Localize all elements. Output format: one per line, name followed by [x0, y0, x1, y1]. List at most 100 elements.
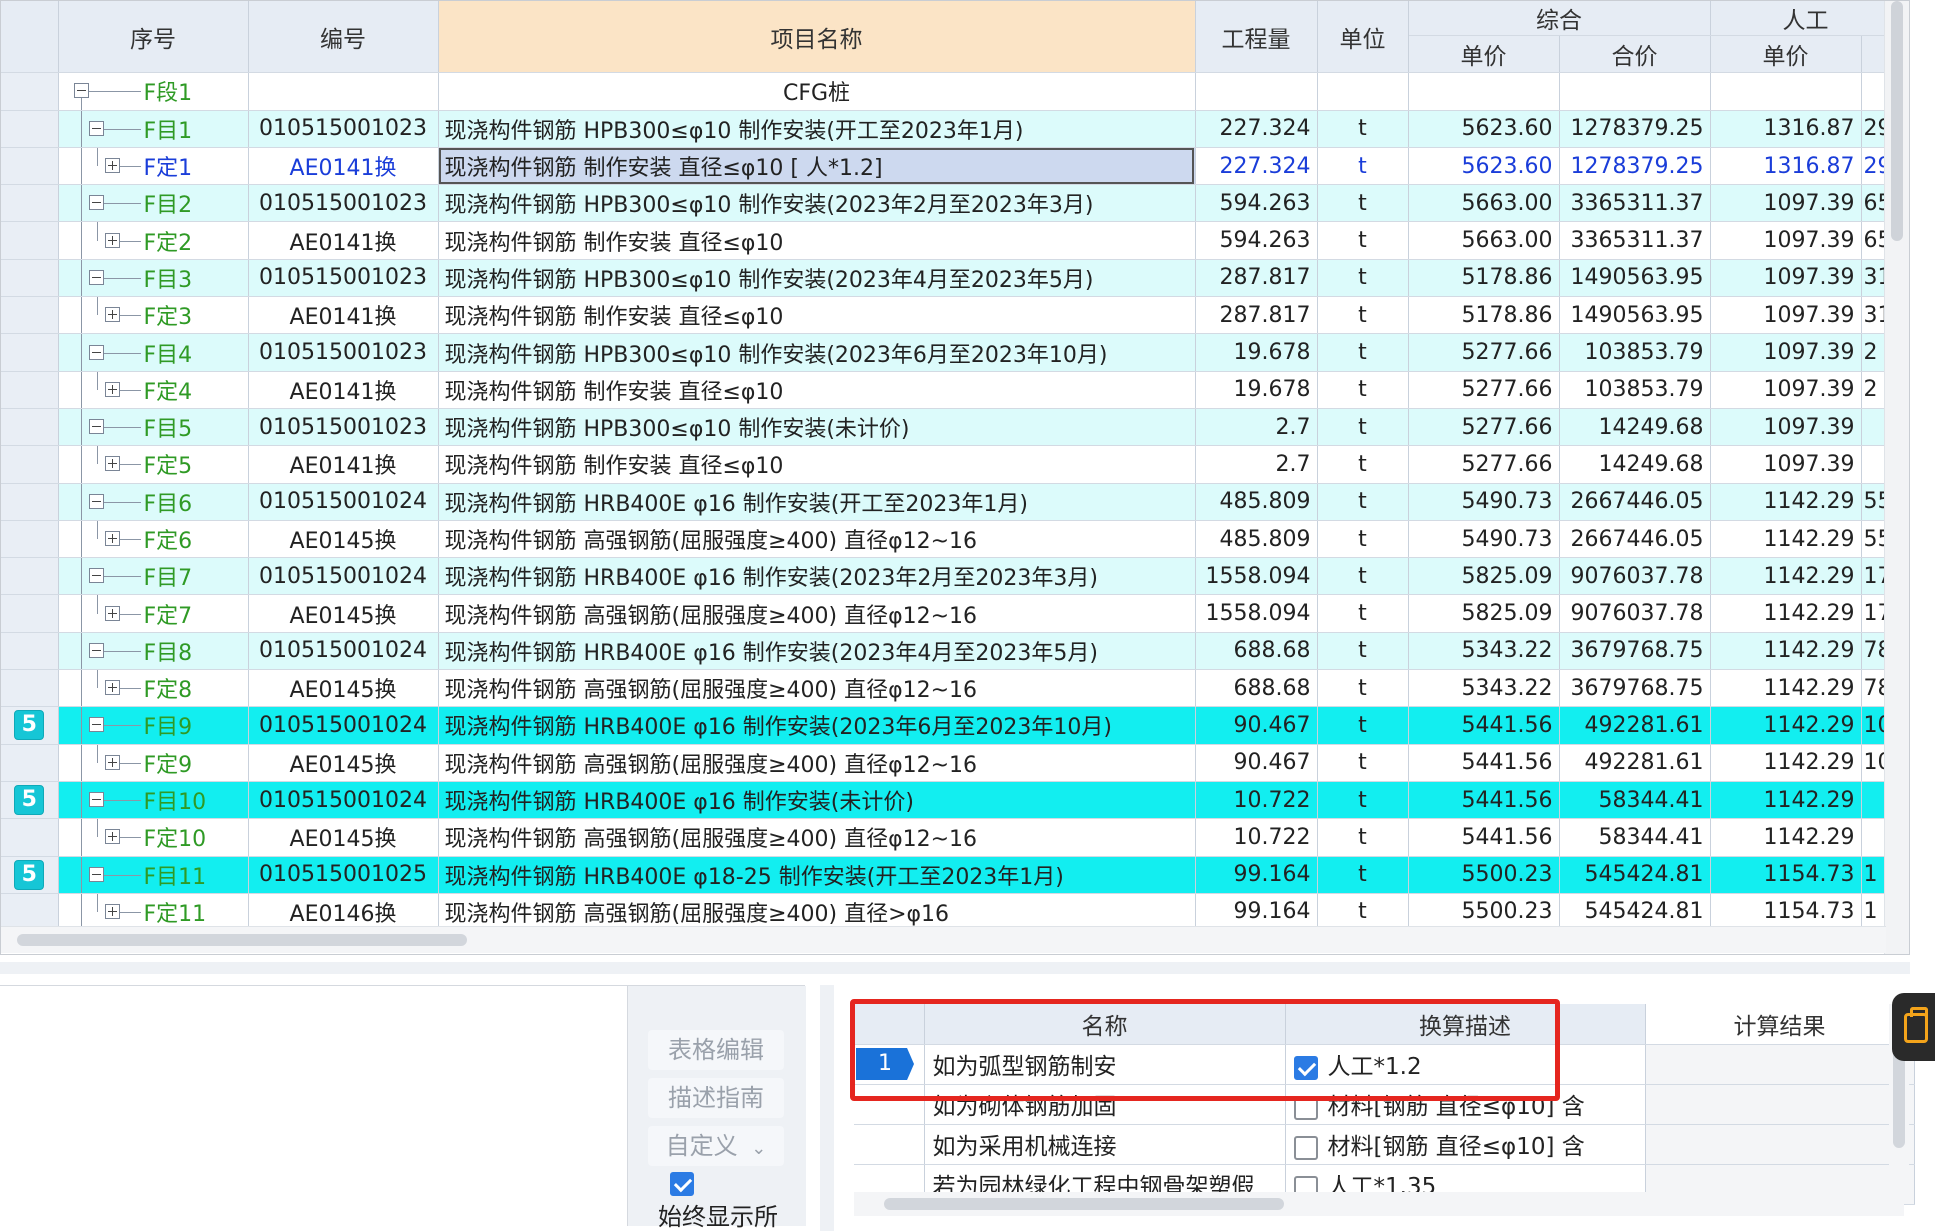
conv-header-desc[interactable]: 换算描述 — [1285, 1004, 1646, 1045]
tree-cell[interactable]: F定8 — [58, 669, 249, 708]
row-selector[interactable] — [1, 520, 59, 559]
unit-cell[interactable]: t — [1316, 632, 1409, 671]
conversion-row[interactable]: 如为采用机械连接 材料[钢筋 直径≤φ10] 含 — [854, 1124, 1915, 1165]
table-edit-button[interactable]: 表格编辑 — [648, 1030, 784, 1070]
header-group-labor[interactable]: 人工 — [1710, 1, 1902, 36]
name-cell[interactable]: 现浇构件钢筋 HRB400E φ16 制作安装(2023年2月至2023年3月) — [438, 557, 1196, 596]
code-cell[interactable]: 010515001023 — [248, 259, 439, 298]
unit-price-cell[interactable]: 5277.66 — [1408, 445, 1560, 484]
grid-row[interactable]: F定4 AE0141换 现浇构件钢筋 制作安装 直径≤φ10 19.678 t 5277.… — [1, 371, 1902, 409]
expand-icon[interactable] — [104, 158, 120, 174]
row-selector[interactable] — [1, 483, 59, 521]
vertical-scroll-thumb[interactable] — [1891, 1, 1903, 241]
unit-cell[interactable]: t — [1316, 110, 1409, 148]
vertical-divider[interactable] — [820, 985, 834, 1231]
unit-cell[interactable]: t — [1316, 594, 1409, 633]
labor-price-cell[interactable]: 1142.29 — [1710, 557, 1862, 596]
grid-row[interactable]: F定5 AE0141换 现浇构件钢筋 制作安装 直径≤φ10 2.7 t 5277.66 1… — [1, 445, 1902, 484]
unit-price-cell[interactable]: 5623.60 — [1408, 110, 1560, 148]
row-selector[interactable] — [1, 594, 59, 633]
total-price-cell[interactable]: 3679768.75 — [1559, 632, 1711, 671]
expand-icon[interactable] — [104, 531, 120, 546]
tree-cell[interactable]: F定2 — [58, 221, 249, 260]
unit-price-cell[interactable]: 5490.73 — [1408, 520, 1560, 559]
code-cell[interactable]: 010515001025 — [248, 856, 439, 894]
total-price-cell[interactable]: 492281.61 — [1559, 706, 1711, 745]
header-group-total[interactable]: 综合 — [1408, 1, 1711, 36]
labor-price-cell[interactable]: 1142.29 — [1710, 594, 1862, 633]
code-cell[interactable]: AE0141换 — [248, 147, 439, 186]
grid-row[interactable]: F定1 AE0141换 现浇构件钢筋 制作安装 直径≤φ10 [ 人*1.2] 227… — [1, 147, 1902, 186]
collapse-icon[interactable] — [88, 568, 104, 584]
grid-row[interactable]: F定3 AE0141换 现浇构件钢筋 制作安装 直径≤φ10 287.817 t 5178… — [1, 296, 1902, 335]
name-cell[interactable]: 现浇构件钢筋 高强钢筋(屈服强度≥400) 直径φ12~16 — [438, 744, 1196, 782]
row-selector[interactable] — [1, 296, 59, 335]
unit-cell[interactable]: t — [1316, 408, 1409, 447]
unit-cell[interactable]: t — [1316, 296, 1409, 335]
expand-icon[interactable] — [104, 680, 120, 696]
grid-row[interactable]: F定2 AE0141换 现浇构件钢筋 制作安装 直径≤φ10 594.263 t 5663… — [1, 221, 1902, 260]
unit-cell[interactable]: t — [1316, 184, 1409, 223]
expand-icon[interactable] — [104, 232, 120, 248]
row-selector[interactable] — [1, 632, 59, 671]
collapse-icon[interactable] — [73, 83, 89, 99]
conversion-row[interactable]: 如为砌体钢筋加固 材料[钢筋 直径≤φ10] 含 — [854, 1084, 1915, 1125]
collapse-icon[interactable] — [88, 866, 104, 882]
grid-row[interactable]: F目6 010515001024 现浇构件钢筋 HRB400E φ16 制作安装(开… — [1, 483, 1902, 521]
unit-price-cell[interactable]: 5441.56 — [1408, 781, 1560, 820]
row-selector[interactable] — [1, 445, 59, 484]
total-price-cell[interactable]: 103853.79 — [1559, 333, 1711, 372]
qty-cell[interactable]: 688.68 — [1195, 669, 1318, 708]
unit-cell[interactable]: t — [1316, 669, 1409, 708]
row-selector[interactable] — [1, 744, 59, 782]
unit-price-cell[interactable]: 5441.56 — [1408, 706, 1560, 745]
row-selector[interactable] — [1, 371, 59, 409]
collapse-icon[interactable] — [88, 344, 104, 360]
unit-price-cell[interactable]: 5663.00 — [1408, 221, 1560, 260]
unit-price-cell[interactable]: 5490.73 — [1408, 483, 1560, 521]
unit-price-cell[interactable]: 5441.56 — [1408, 818, 1560, 857]
row-selector[interactable] — [1, 557, 59, 596]
code-cell[interactable]: 010515001024 — [248, 557, 439, 596]
custom-dropdown[interactable]: 自定义 ⌄ — [648, 1126, 784, 1166]
code-cell[interactable]: 010515001023 — [248, 110, 439, 148]
collapse-icon[interactable] — [88, 195, 104, 211]
collapse-icon[interactable] — [88, 792, 104, 808]
plugin-icon[interactable] — [1892, 993, 1935, 1061]
total-price-cell[interactable]: 2667446.05 — [1559, 520, 1711, 559]
qty-cell[interactable]: 485.809 — [1195, 520, 1318, 559]
conversion-name-cell[interactable]: 如为弧型钢筋制安 — [924, 1044, 1286, 1085]
grid-row[interactable]: F目7 010515001024 现浇构件钢筋 HRB400E φ16 制作安装(2… — [1, 557, 1902, 596]
grid-row[interactable]: F定7 AE0145换 现浇构件钢筋 高强钢筋(屈服强度≥400) 直径φ12~16… — [1, 594, 1902, 633]
name-cell[interactable]: 现浇构件钢筋 制作安装 直径≤φ10 — [438, 296, 1196, 335]
name-cell[interactable]: 现浇构件钢筋 HPB300≤φ10 制作安装(2023年2月至2023年3月) — [438, 184, 1196, 223]
labor-price-cell[interactable]: 1097.39 — [1710, 371, 1862, 409]
row-selector[interactable] — [1, 259, 59, 298]
tree-cell[interactable]: F定6 — [58, 520, 249, 559]
name-cell[interactable]: 现浇构件钢筋 高强钢筋(屈服强度≥400) 直径φ12~16 — [438, 818, 1196, 857]
grid-row[interactable]: F目2 010515001023 现浇构件钢筋 HPB300≤φ10 制作安装(20… — [1, 184, 1902, 223]
unit-price-cell[interactable]: 5178.86 — [1408, 259, 1560, 298]
unit-price-cell[interactable]: 5825.09 — [1408, 594, 1560, 633]
conv-header-name[interactable]: 名称 — [924, 1004, 1286, 1045]
qty-cell[interactable]: 594.263 — [1195, 184, 1318, 223]
expand-icon[interactable] — [104, 605, 120, 621]
conversion-checkbox[interactable] — [1293, 1095, 1318, 1120]
unit-price-cell[interactable]: 5500.23 — [1408, 856, 1560, 894]
conversion-name-cell[interactable]: 如为砌体钢筋加固 — [924, 1084, 1286, 1125]
unit-price-cell[interactable]: 5277.66 — [1408, 408, 1560, 447]
name-cell[interactable]: 现浇构件钢筋 制作安装 直径≤φ10 [ 人*1.2] — [438, 147, 1196, 186]
name-cell[interactable]: CFG桩 — [438, 72, 1196, 111]
name-cell[interactable]: 现浇构件钢筋 高强钢筋(屈服强度≥400) 直径φ12~16 — [438, 520, 1196, 559]
row-selector[interactable] — [1, 818, 59, 857]
expand-icon[interactable] — [104, 829, 120, 845]
row-selector[interactable]: 5 — [1, 856, 59, 894]
tree-cell[interactable]: F段1 — [58, 72, 249, 111]
vertical-scrollbar[interactable] — [1884, 1, 1909, 954]
grid-row[interactable]: F目3 010515001023 现浇构件钢筋 HPB300≤φ10 制作安装(20… — [1, 259, 1902, 298]
conversion-checkbox[interactable] — [1293, 1055, 1318, 1080]
total-price-cell[interactable]: 492281.61 — [1559, 744, 1711, 782]
tree-cell[interactable]: F定10 — [58, 818, 249, 857]
qty-cell[interactable]: 10.722 — [1195, 781, 1318, 820]
tree-cell[interactable]: F目9 — [58, 706, 249, 745]
